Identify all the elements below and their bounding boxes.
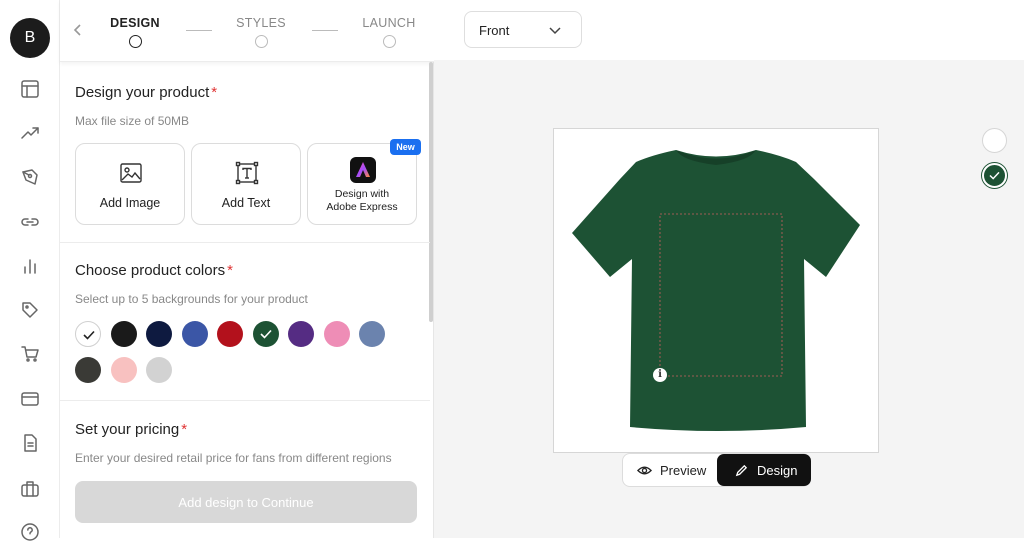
color-swatch[interactable] bbox=[217, 321, 243, 347]
step-styles[interactable]: STYLES bbox=[221, 16, 301, 48]
color-swatch[interactable] bbox=[146, 321, 172, 347]
design-section-subtitle: Max file size of 50MB bbox=[75, 114, 190, 128]
pen-tool-icon[interactable] bbox=[19, 166, 41, 188]
document-icon[interactable] bbox=[19, 432, 41, 454]
color-swatch[interactable] bbox=[288, 321, 314, 347]
bar-chart-icon[interactable] bbox=[19, 255, 41, 277]
briefcase-icon[interactable] bbox=[19, 478, 41, 500]
colors-section-title: Choose product colors * bbox=[75, 262, 233, 279]
stepper: DESIGN STYLES LAUNCH bbox=[60, 0, 434, 62]
tshirt-mockup bbox=[572, 150, 860, 431]
color-swatch[interactable] bbox=[110, 321, 137, 347]
preview-topbar: Front bbox=[434, 0, 1024, 60]
section-divider bbox=[60, 400, 430, 401]
eye-icon bbox=[637, 466, 652, 474]
pricing-section-title: Set your pricing * bbox=[75, 421, 188, 438]
info-icon[interactable]: i bbox=[653, 368, 667, 382]
add-image-label: Add Image bbox=[99, 196, 161, 210]
design-toggle-button[interactable]: Design bbox=[717, 454, 811, 486]
image-icon bbox=[120, 163, 142, 183]
preview-toggle-button[interactable]: Preview bbox=[637, 454, 706, 486]
color-swatch[interactable] bbox=[323, 321, 350, 347]
adobe-express-icon bbox=[350, 157, 376, 183]
step-dot bbox=[128, 35, 142, 48]
side-color-swatch[interactable] bbox=[982, 128, 1007, 153]
help-icon[interactable] bbox=[19, 521, 41, 543]
tag-icon[interactable] bbox=[19, 299, 41, 321]
add-image-button[interactable]: Add Image bbox=[75, 143, 185, 225]
new-badge: New bbox=[390, 139, 421, 155]
step-label: LAUNCH bbox=[362, 16, 416, 30]
preview-area: Front i Preview Design bbox=[434, 0, 1024, 538]
view-select-value: Front bbox=[479, 23, 510, 38]
panel-scrollbar[interactable] bbox=[429, 62, 433, 322]
add-text-label: Add Text bbox=[221, 196, 271, 210]
design-section-title: Design your product * bbox=[75, 84, 218, 101]
add-text-button[interactable]: Add Text bbox=[191, 143, 301, 225]
pricing-section-subtitle: Enter your desired retail price for fans… bbox=[75, 451, 392, 465]
color-swatch[interactable] bbox=[359, 321, 385, 347]
chevron-down-icon bbox=[549, 27, 561, 35]
step-label: DESIGN bbox=[110, 16, 160, 30]
step-connector bbox=[186, 30, 212, 31]
color-swatch[interactable] bbox=[75, 321, 101, 347]
icon-rail: B bbox=[0, 0, 60, 541]
step-label: STYLES bbox=[236, 16, 286, 30]
trend-icon[interactable] bbox=[19, 122, 41, 144]
check-icon bbox=[83, 330, 95, 340]
colors-section-subtitle: Select up to 5 backgrounds for your prod… bbox=[75, 292, 308, 306]
color-swatch[interactable] bbox=[110, 357, 137, 383]
view-select[interactable]: Front bbox=[464, 11, 582, 48]
color-swatch[interactable] bbox=[75, 357, 101, 383]
adobe-express-button[interactable]: Design with Adobe Express bbox=[307, 143, 417, 225]
design-panel: DESIGN STYLES LAUNCH Design your product… bbox=[60, 0, 434, 538]
pencil-icon bbox=[735, 464, 748, 476]
step-dot bbox=[254, 35, 268, 48]
step-launch[interactable]: LAUNCH bbox=[349, 16, 429, 48]
product-canvas[interactable]: i bbox=[553, 128, 879, 453]
adobe-express-label: Design with Adobe Express bbox=[326, 188, 398, 213]
check-icon bbox=[989, 171, 1000, 180]
cart-icon[interactable] bbox=[19, 343, 41, 365]
section-divider bbox=[60, 242, 430, 243]
color-swatch[interactable] bbox=[252, 321, 279, 347]
side-color-swatch[interactable] bbox=[982, 163, 1007, 188]
avatar[interactable]: B bbox=[10, 18, 50, 58]
back-icon[interactable] bbox=[71, 20, 85, 40]
card-icon[interactable] bbox=[19, 388, 41, 410]
text-icon bbox=[235, 161, 259, 185]
step-design[interactable]: DESIGN bbox=[95, 16, 175, 48]
preview-design-toggle: Preview Design bbox=[622, 453, 811, 487]
design-label: Design bbox=[757, 462, 798, 478]
layout-icon[interactable] bbox=[19, 78, 41, 100]
color-swatch[interactable] bbox=[181, 321, 208, 347]
color-swatch[interactable] bbox=[146, 357, 172, 383]
step-connector bbox=[312, 30, 338, 31]
check-icon bbox=[259, 329, 272, 339]
preview-label: Preview bbox=[660, 462, 707, 478]
link-icon[interactable] bbox=[19, 211, 41, 233]
continue-button[interactable]: Add design to Continue bbox=[75, 481, 417, 523]
step-dot bbox=[382, 35, 396, 48]
